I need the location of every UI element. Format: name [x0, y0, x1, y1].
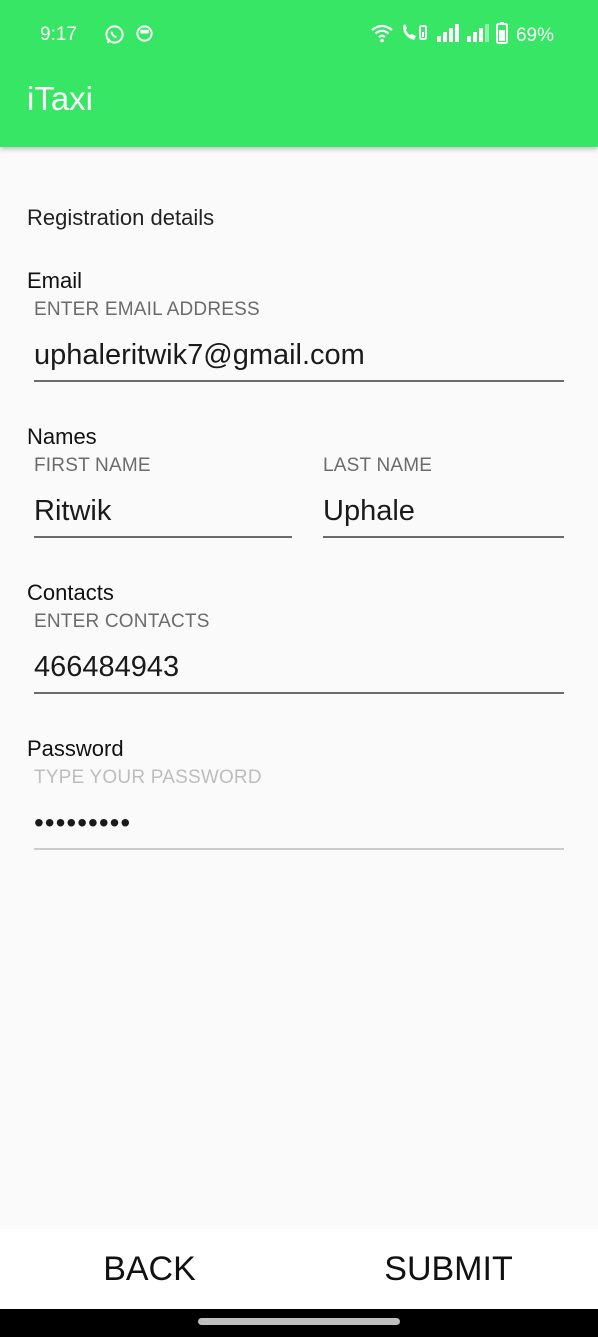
contacts-hint: ENTER CONTACTS	[34, 611, 210, 632]
password-label: Password	[27, 736, 124, 761]
email-label: Email	[27, 268, 83, 293]
whatsapp-icon	[104, 24, 125, 50]
last-name-hint: LAST NAME	[323, 455, 433, 476]
status-icons: 69%	[370, 22, 554, 49]
first-name-hint: FIRST NAME	[34, 455, 151, 476]
signal-icon	[436, 24, 460, 47]
signal-icon	[466, 24, 490, 47]
submit-button[interactable]: SUBMIT	[299, 1229, 598, 1309]
first-name-field[interactable]	[34, 491, 292, 538]
names-label: Names	[27, 424, 97, 449]
back-button[interactable]: BACK	[0, 1229, 299, 1309]
home-gesture-handle[interactable]	[198, 1318, 400, 1325]
status-bar: 9:17 69%	[0, 0, 598, 72]
action-bar: BACK SUBMIT	[0, 1229, 598, 1309]
app-header: 9:17 69% iTaxi	[0, 0, 598, 147]
wifi-calling-icon	[400, 23, 430, 48]
wifi-icon	[370, 23, 394, 48]
system-nav-bar	[0, 1309, 598, 1337]
password-field[interactable]	[34, 803, 564, 850]
password-hint: TYPE YOUR PASSWORD	[34, 767, 262, 788]
app-title: iTaxi	[27, 80, 94, 117]
notification-icon	[135, 24, 154, 48]
contacts-field[interactable]	[34, 647, 564, 694]
battery-icon	[495, 22, 508, 49]
contacts-label: Contacts	[27, 580, 114, 605]
email-field[interactable]	[34, 335, 564, 382]
last-name-field[interactable]	[323, 491, 564, 538]
status-time: 9:17	[40, 24, 77, 45]
section-heading: Registration details	[27, 205, 215, 230]
battery-percent: 69%	[515, 24, 554, 46]
email-hint: ENTER EMAIL ADDRESS	[34, 299, 260, 320]
